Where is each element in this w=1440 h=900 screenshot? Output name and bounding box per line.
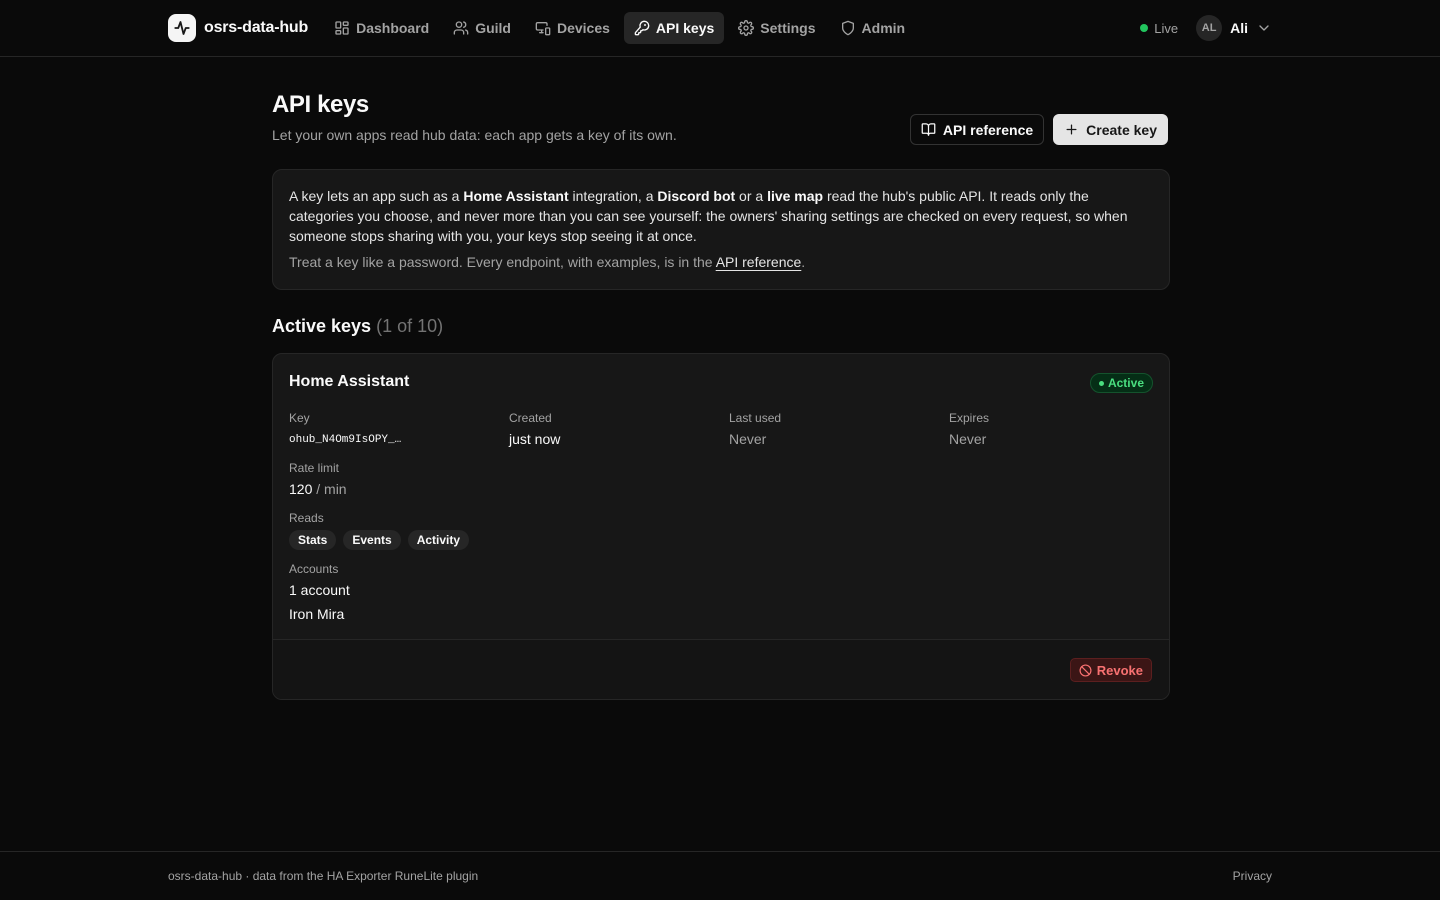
- plus-icon: [1064, 122, 1079, 137]
- key-value[interactable]: ohub_N4Om9IsOPY_…: [289, 434, 401, 446]
- live-dot-icon: [1140, 24, 1149, 32]
- nav-item-admin[interactable]: Admin: [830, 12, 916, 44]
- book-icon: [921, 122, 936, 137]
- create-key-label: Create key: [1086, 121, 1157, 138]
- privacy-link[interactable]: Privacy: [1233, 869, 1272, 883]
- top-header: osrs-data-hub Dashboard Guild Devices AP…: [0, 0, 1440, 57]
- user-name: Ali: [1230, 20, 1248, 36]
- api-reference-link[interactable]: API reference: [716, 254, 802, 270]
- page-title: API keys: [272, 91, 369, 118]
- brand-link[interactable]: osrs-data-hub: [168, 14, 308, 42]
- nav-label: API keys: [655, 20, 715, 36]
- revoke-button[interactable]: Revoke: [1069, 658, 1152, 682]
- key-icon: [634, 20, 650, 36]
- status-dot-icon: [1098, 380, 1104, 386]
- page-footer: osrs-data-hub · data from the HA Exporte…: [0, 851, 1440, 900]
- key-name: Home Assistant: [289, 373, 410, 390]
- create-key-button[interactable]: Create key: [1053, 114, 1168, 145]
- devices-icon: [535, 20, 551, 36]
- nav-label: Guild: [475, 20, 511, 36]
- api-reference-button[interactable]: API reference: [909, 114, 1045, 145]
- header-right: Live AL Ali: [1140, 15, 1272, 41]
- main-nav: Dashboard Guild Devices API keys Setting…: [324, 12, 915, 44]
- user-menu[interactable]: AL Ali: [1196, 15, 1272, 41]
- api-reference-label: API reference: [942, 121, 1034, 138]
- key-card-footer: Revoke: [273, 639, 1169, 699]
- field-expires: Expires Never: [949, 411, 990, 447]
- page-header: API keys Let your own apps read hub data…: [272, 57, 1170, 169]
- nav-item-devices[interactable]: Devices: [525, 12, 620, 44]
- active-keys-count: (1 of 10): [376, 316, 444, 336]
- users-icon: [453, 20, 469, 36]
- field-accounts: Accounts 1 account Iron Mira: [289, 562, 350, 622]
- nav-label: Settings: [760, 20, 816, 36]
- reads-chips: Stats Events Activity: [289, 530, 470, 550]
- live-indicator: Live: [1140, 21, 1178, 36]
- pulse-icon: [168, 14, 196, 42]
- key-card: Home Assistant Active Key ohub_N4Om9IsOP…: [272, 353, 1170, 700]
- field-rate-limit: Rate limit 120 / min: [289, 461, 347, 497]
- field-key: Key ohub_N4Om9IsOPY_…: [289, 411, 402, 446]
- account-name: Iron Mira: [289, 606, 345, 622]
- status-badge: Active: [1089, 373, 1153, 393]
- shield-icon: [840, 20, 856, 36]
- live-label: Live: [1154, 20, 1179, 36]
- nav-item-settings[interactable]: Settings: [728, 12, 825, 44]
- field-reads: Reads Stats Events Activity: [289, 511, 470, 550]
- info-note: Treat a key like a password. Every endpo…: [289, 254, 806, 270]
- field-last-used: Last used Never: [729, 411, 782, 447]
- ban-icon: [1079, 663, 1092, 677]
- dashboard-icon: [334, 20, 350, 36]
- section-title-active-keys: Active keys (1 of 10): [272, 316, 444, 336]
- nav-item-guild[interactable]: Guild: [443, 12, 521, 44]
- nav-label: Devices: [556, 20, 610, 36]
- header-bar: osrs-data-hub Dashboard Guild Devices AP…: [168, 0, 1272, 56]
- footer-text: osrs-data-hub · data from the HA Exporte…: [168, 869, 479, 883]
- gear-icon: [738, 20, 755, 36]
- page-subtitle: Let your own apps read hub data: each ap…: [272, 127, 677, 143]
- nav-label: Dashboard: [356, 20, 430, 36]
- nav-item-dashboard[interactable]: Dashboard: [324, 12, 439, 44]
- main-content: API keys Let your own apps read hub data…: [272, 57, 1170, 700]
- info-text: A key lets an app such as a Home Assista…: [289, 188, 1128, 244]
- page-actions: API reference Create key: [909, 114, 1168, 145]
- brand-name: osrs-data-hub: [204, 19, 309, 36]
- info-card: A key lets an app such as a Home Assista…: [272, 169, 1170, 290]
- nav-label: Admin: [861, 20, 906, 36]
- read-chip: Events: [343, 530, 401, 550]
- field-created: Created just now: [509, 411, 561, 447]
- nav-item-api-keys[interactable]: API keys: [623, 12, 725, 44]
- read-chip: Stats: [289, 530, 337, 550]
- avatar: AL: [1196, 15, 1223, 41]
- chevron-down-icon: [1256, 20, 1272, 36]
- read-chip: Activity: [407, 530, 470, 550]
